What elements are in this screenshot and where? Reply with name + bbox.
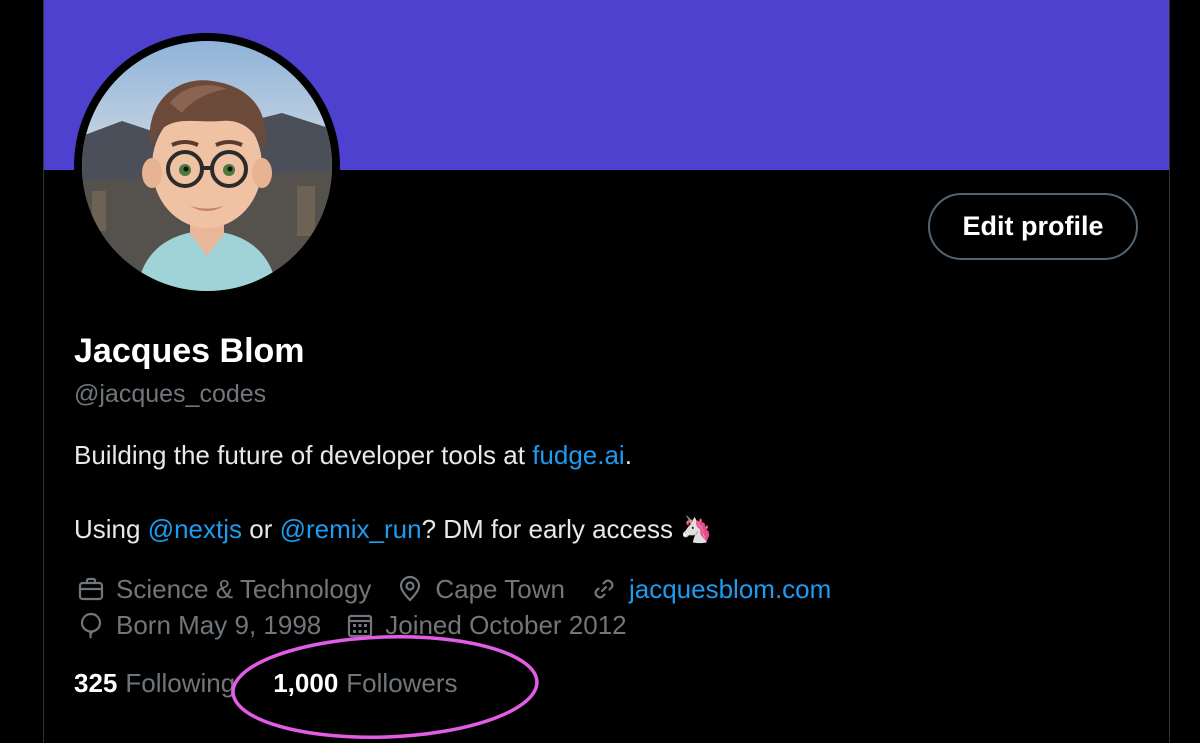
meta-location-text: Cape Town	[435, 573, 565, 604]
followers-label: Followers	[346, 668, 458, 698]
meta-website-link[interactable]: jacquesblom.com	[629, 574, 831, 605]
bio-text: ? DM for early access 🦄	[421, 514, 713, 544]
meta-location: Cape Town	[395, 574, 565, 605]
bio-link-fudge[interactable]: fudge.ai	[532, 440, 625, 470]
bio-line-1: Building the future of developer tools a…	[74, 440, 632, 471]
bio-line-2: Using @nextjs or @remix_run? DM for earl…	[74, 514, 713, 545]
followers-stat[interactable]: 1,000 Followers	[273, 668, 457, 699]
following-label: Following	[125, 668, 236, 698]
bio-text: .	[624, 440, 632, 470]
briefcase-icon	[76, 574, 106, 604]
link-icon	[589, 574, 619, 604]
calendar-icon	[345, 610, 375, 640]
meta-category-text: Science & Technology	[116, 573, 372, 604]
bio-mention-nextjs[interactable]: @nextjs	[148, 514, 242, 544]
followers-count: 1,000	[273, 668, 339, 698]
meta-joined-text: Joined October 2012	[385, 609, 627, 640]
bio-text: or	[242, 514, 280, 544]
following-count: 325	[74, 668, 118, 698]
map-pin-icon	[395, 574, 425, 604]
meta-birthday: Born May 9, 1998	[76, 610, 321, 641]
profile-stats: 325 Following 1,000 Followers	[74, 668, 496, 699]
bio-text: Using	[74, 514, 148, 544]
meta-joined: Joined October 2012	[345, 609, 627, 641]
meta-website[interactable]: jacquesblom.com	[589, 574, 831, 605]
meta-category: Science & Technology	[76, 574, 371, 605]
profile-meta-row: Science & Technology Cape Town jacquesbl…	[76, 573, 855, 605]
edit-profile-button[interactable]: Edit profile	[928, 193, 1138, 260]
bio-text: Building the future of developer tools a…	[74, 440, 533, 470]
display-name: Jacques Blom	[74, 332, 305, 370]
profile-meta-row: Born May 9, 1998 Joined October 2012	[76, 609, 651, 641]
bio-mention-remix-run[interactable]: @remix_run	[280, 514, 422, 544]
avatar[interactable]	[82, 41, 332, 291]
profile-handle: @jacques_codes	[74, 380, 267, 408]
avatar-frame	[74, 33, 340, 299]
meta-birthday-text: Born May 9, 1998	[116, 609, 322, 640]
following-stat[interactable]: 325 Following	[74, 668, 235, 699]
balloon-icon	[76, 610, 106, 640]
